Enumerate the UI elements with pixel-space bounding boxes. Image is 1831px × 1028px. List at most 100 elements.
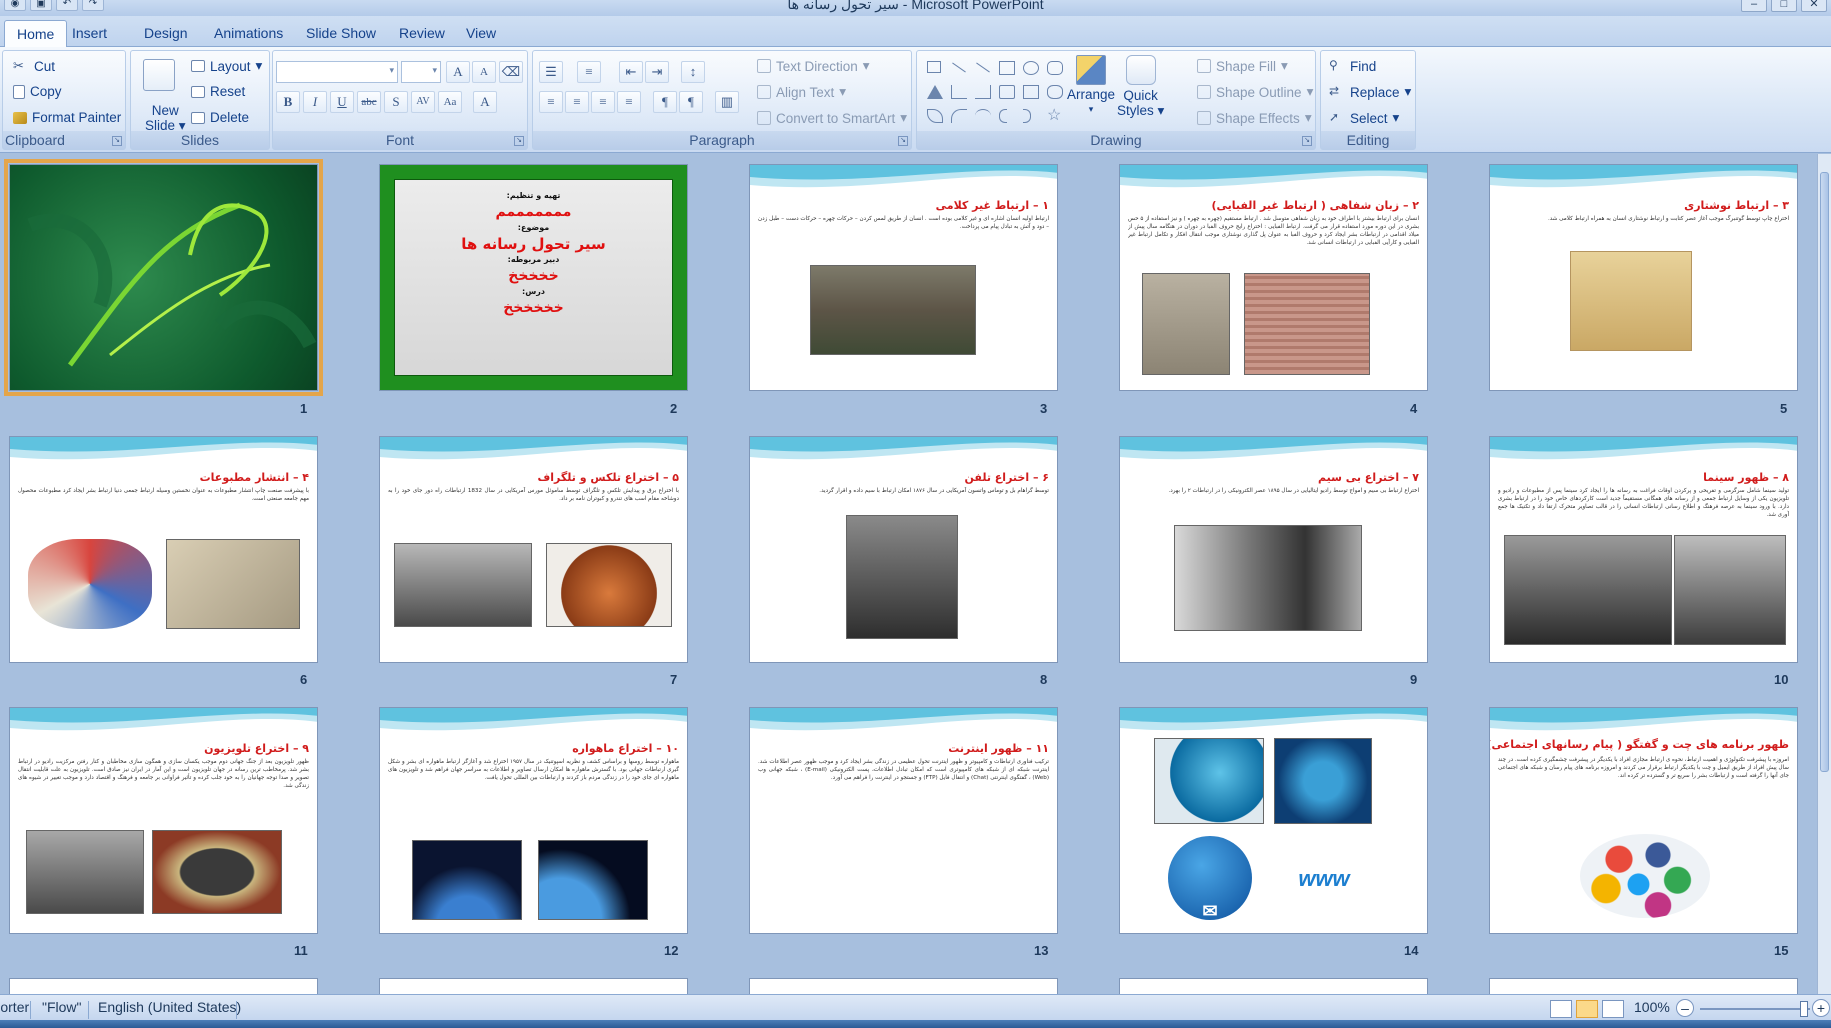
- star-shape-icon[interactable]: ☆: [1047, 108, 1063, 124]
- font-color-icon[interactable]: A: [473, 91, 497, 113]
- zoom-out-icon[interactable]: –: [1676, 999, 1694, 1017]
- tab-design[interactable]: Design: [138, 25, 194, 41]
- slide-thumbnail-20[interactable]: [1489, 978, 1798, 994]
- select-button[interactable]: ➚ Select ▾: [1329, 110, 1399, 126]
- vertical-scrollbar[interactable]: [1817, 154, 1831, 994]
- rectangle-shape-icon[interactable]: [999, 61, 1015, 75]
- shape-outline-button[interactable]: Shape Outline ▾: [1197, 84, 1313, 100]
- slide-thumbnail-12[interactable]: ۱۰ – اختراع ماهواره ماهواره توسط روسها و…: [379, 707, 688, 934]
- right-arrow-shape-icon[interactable]: [999, 85, 1015, 99]
- align-right-icon[interactable]: ≡: [591, 91, 615, 113]
- zoom-slider-thumb[interactable]: [1800, 1001, 1808, 1017]
- slide-show-view-icon[interactable]: [1602, 1000, 1624, 1018]
- slide-thumbnail-1[interactable]: [4, 159, 323, 396]
- slide-thumbnail-7[interactable]: ۵ – اختراع تلکس و تلگراف با اختراع برق و…: [379, 436, 688, 663]
- clear-format-icon[interactable]: ⌫: [499, 61, 523, 83]
- slide-thumbnail-14[interactable]: ✉ www: [1119, 707, 1428, 934]
- freeform-shape-icon[interactable]: [975, 109, 991, 123]
- convert-smartart-button[interactable]: Convert to SmartArt ▾: [757, 110, 907, 126]
- tab-home[interactable]: Home: [4, 20, 68, 48]
- connector-shape-icon[interactable]: [975, 85, 991, 99]
- slide-thumbnail-8[interactable]: ۶ – اختراع تلفن توسط گراهام بل و توماس و…: [749, 436, 1058, 663]
- layout-button[interactable]: Layout ▾: [191, 58, 262, 74]
- slide-thumbnail-5[interactable]: ۳ – ارتباط نوشتاری اختراع چاپ توسط گوتنب…: [1489, 164, 1798, 391]
- slide-thumbnail-15[interactable]: ظهور برنامه های چت و گفتگو ( پیام رسانها…: [1489, 707, 1798, 934]
- italic-icon[interactable]: I: [303, 91, 327, 113]
- paragraph-launcher-icon[interactable]: ↘: [898, 136, 908, 146]
- text-direction-button[interactable]: Text Direction ▾: [757, 58, 870, 74]
- right-brace-shape-icon[interactable]: [1023, 109, 1031, 123]
- font-launcher-icon[interactable]: ↘: [514, 136, 524, 146]
- quick-styles-button[interactable]: Quick Styles ▾: [1117, 55, 1164, 118]
- font-size-combo[interactable]: ▾: [401, 61, 441, 83]
- slide-thumbnail-16[interactable]: [9, 978, 318, 994]
- find-button[interactable]: ⚲ Find: [1329, 58, 1376, 74]
- bold-icon[interactable]: B: [276, 91, 300, 113]
- triangle-shape-icon[interactable]: [927, 85, 943, 99]
- hexagon-shape-icon[interactable]: [1047, 85, 1063, 99]
- textbox-shape-icon[interactable]: [927, 61, 941, 73]
- tab-review[interactable]: Review: [393, 25, 451, 41]
- arrow-shape-icon[interactable]: [976, 62, 990, 73]
- tab-slide-show[interactable]: Slide Show: [300, 25, 382, 41]
- language-indicator[interactable]: English (United States): [98, 999, 241, 1015]
- minimize-button[interactable]: –: [1741, 0, 1767, 12]
- align-center-icon[interactable]: ≡: [565, 91, 589, 113]
- maximize-button[interactable]: □: [1771, 0, 1797, 12]
- scrollbar-thumb[interactable]: [1820, 172, 1829, 772]
- slide-thumbnail-11[interactable]: ۹ – اختراع تلویزیون ظهور تلویزیون بعد از…: [9, 707, 318, 934]
- align-text-button[interactable]: Align Text ▾: [757, 84, 846, 100]
- underline-icon[interactable]: U: [330, 91, 354, 113]
- increase-indent-icon[interactable]: ⇥: [645, 61, 669, 83]
- shape-effects-button[interactable]: Shape Effects ▾: [1197, 110, 1312, 126]
- decrease-indent-icon[interactable]: ⇤: [619, 61, 643, 83]
- line-spacing-icon[interactable]: ↕: [681, 61, 705, 83]
- grow-font-icon[interactable]: A: [446, 61, 470, 83]
- slide-thumbnail-2[interactable]: تهیه و تنظیم: مممممممم موضوع: سیر تحول ر…: [379, 164, 688, 391]
- line-shape-icon[interactable]: [952, 62, 966, 73]
- replace-button[interactable]: ⇄ Replace ▾: [1329, 84, 1411, 100]
- slide-thumbnail-18[interactable]: [749, 978, 1058, 994]
- slide-sorter-view-icon[interactable]: [1576, 1000, 1598, 1018]
- oval-shape-icon[interactable]: [1023, 61, 1039, 75]
- elbow-shape-icon[interactable]: [951, 85, 967, 99]
- align-left-icon[interactable]: ≡: [539, 91, 563, 113]
- drawing-launcher-icon[interactable]: ↘: [1302, 136, 1312, 146]
- tab-view[interactable]: View: [460, 25, 502, 41]
- shape-fill-button[interactable]: Shape Fill ▾: [1197, 58, 1288, 74]
- bullets-icon[interactable]: ☰: [539, 61, 563, 83]
- zoom-level[interactable]: 100%: [1634, 999, 1670, 1015]
- justify-icon[interactable]: ≡: [617, 91, 641, 113]
- close-button[interactable]: ✕: [1801, 0, 1827, 12]
- delete-button[interactable]: Delete: [191, 110, 249, 125]
- format-painter-button[interactable]: Format Painter: [13, 110, 121, 125]
- shrink-font-icon[interactable]: A: [472, 61, 496, 83]
- normal-view-icon[interactable]: [1550, 1000, 1572, 1018]
- copy-button[interactable]: Copy: [13, 84, 62, 99]
- slide-thumbnail-13[interactable]: ۱۱ – ظهور اینترنت ترکیب فناوری ارتباطات …: [749, 707, 1058, 934]
- down-arrow-shape-icon[interactable]: [1023, 85, 1039, 99]
- zoom-slider[interactable]: [1700, 1008, 1810, 1010]
- zoom-in-icon[interactable]: +: [1812, 999, 1830, 1017]
- rtl-icon[interactable]: ¶: [679, 91, 703, 113]
- arrange-button[interactable]: Arrange ▾: [1067, 55, 1115, 115]
- slide-thumbnail-17[interactable]: [379, 978, 688, 994]
- slide-thumbnail-6[interactable]: ۴ – انتشار مطبوعات با پیشرفت صنعت چاپ ان…: [9, 436, 318, 663]
- ltr-icon[interactable]: ¶: [653, 91, 677, 113]
- rounded-rect-shape-icon[interactable]: [1047, 61, 1063, 75]
- tab-insert[interactable]: Insert: [66, 25, 113, 41]
- slide-thumbnail-19[interactable]: [1119, 978, 1428, 994]
- columns-icon[interactable]: ▥: [715, 91, 739, 113]
- numbering-icon[interactable]: ≡: [577, 61, 601, 83]
- slide-thumbnail-3[interactable]: ۱ – ارتباط غیر کلامی ارتباط اولیه انسان …: [749, 164, 1058, 391]
- change-case-icon[interactable]: Aa: [438, 91, 462, 113]
- font-name-combo[interactable]: ▾: [276, 61, 398, 83]
- curve-shape-icon[interactable]: [927, 109, 943, 123]
- reset-button[interactable]: Reset: [191, 84, 245, 99]
- slide-thumbnail-4[interactable]: ۲ – زبان شفاهی ( ارتباط غیر الفبایی) انس…: [1119, 164, 1428, 391]
- tab-animations[interactable]: Animations: [208, 25, 289, 41]
- shadow-icon[interactable]: S: [384, 91, 408, 113]
- strikethrough-icon[interactable]: abc: [357, 91, 381, 113]
- slide-thumbnail-10[interactable]: ۸ – ظهور سینما تولید سینما شامل سرگرمی و…: [1489, 436, 1798, 663]
- slide-thumbnail-9[interactable]: ۷ – اختراع بی سیم اختراع ارتباط بی سیم و…: [1119, 436, 1428, 663]
